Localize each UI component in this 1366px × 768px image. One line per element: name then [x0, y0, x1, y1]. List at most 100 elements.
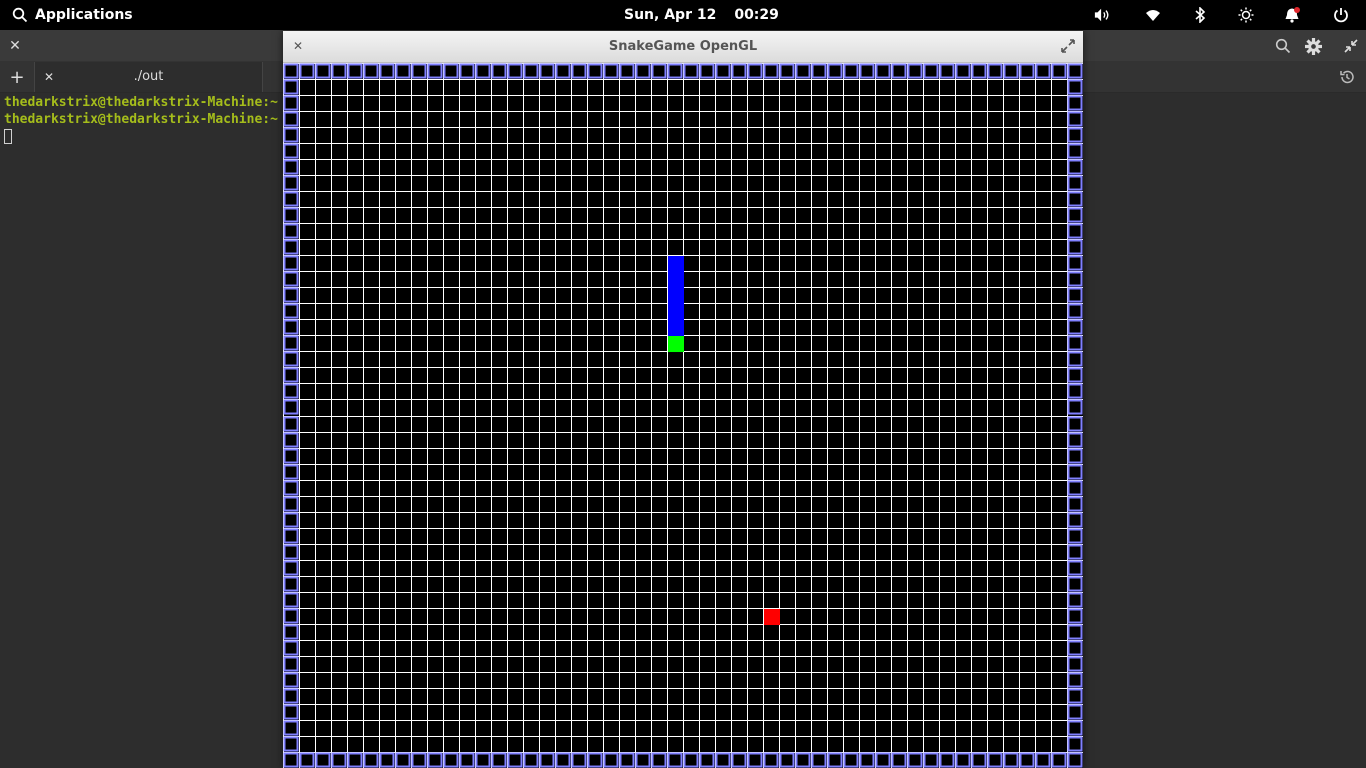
bluetooth-icon[interactable]	[1192, 7, 1208, 23]
border-cell	[1067, 95, 1083, 111]
border-cell	[475, 752, 491, 768]
snake-head	[668, 336, 684, 353]
border-cell	[779, 63, 795, 79]
border-cell	[715, 63, 731, 79]
border-cell	[1003, 63, 1019, 79]
tab-label: ./out	[133, 69, 164, 84]
border-cell	[1067, 239, 1083, 255]
border-cell	[987, 63, 1003, 79]
border-cell	[1019, 63, 1035, 79]
border-cell	[283, 95, 299, 111]
border-cell	[811, 752, 827, 768]
border-cell	[347, 63, 363, 79]
border-cell	[1035, 752, 1051, 768]
border-cell	[347, 752, 363, 768]
game-maximize-button[interactable]	[1060, 38, 1076, 54]
border-cell	[507, 63, 523, 79]
border-cell	[411, 752, 427, 768]
border-cell	[699, 63, 715, 79]
border-cell	[1067, 560, 1083, 576]
terminal-tab[interactable]: ✕ ./out	[34, 62, 263, 92]
border-cell	[859, 752, 875, 768]
border-cell	[827, 63, 843, 79]
border-cell	[1067, 448, 1083, 464]
snake-body-segment	[668, 288, 684, 305]
border-cell	[1067, 271, 1083, 287]
power-icon[interactable]	[1333, 7, 1349, 23]
border-cell	[971, 752, 987, 768]
border-cell	[363, 63, 379, 79]
terminal-settings-button[interactable]	[1304, 37, 1322, 55]
border-cell	[603, 63, 619, 79]
brightness-icon[interactable]	[1238, 7, 1254, 23]
border-cell	[283, 656, 299, 672]
border-cell	[395, 752, 411, 768]
border-cell	[859, 63, 875, 79]
border-cell	[1067, 351, 1083, 367]
border-cell	[971, 63, 987, 79]
border-cell	[283, 159, 299, 175]
game-window-title: SnakeGame OpenGL	[608, 39, 758, 54]
border-cell	[283, 528, 299, 544]
border-cell	[1067, 480, 1083, 496]
border-cell	[1067, 303, 1083, 319]
notification-bell-icon[interactable]	[1284, 7, 1300, 23]
border-cell	[843, 752, 859, 768]
game-titlebar[interactable]: ✕ SnakeGame OpenGL	[283, 31, 1083, 63]
border-cell	[619, 63, 635, 79]
border-cell	[331, 752, 347, 768]
border-cell	[699, 752, 715, 768]
border-cell	[283, 335, 299, 351]
border-cell	[283, 255, 299, 271]
border-cell	[283, 592, 299, 608]
border-cell	[907, 63, 923, 79]
clock[interactable]: Sun, Apr 12 00:29	[624, 0, 779, 30]
snake-game-window: ✕ SnakeGame OpenGL	[283, 31, 1083, 768]
terminal-search-button[interactable]	[1274, 37, 1292, 55]
volume-icon[interactable]	[1094, 7, 1110, 23]
terminal-cursor	[4, 129, 12, 144]
border-cell	[651, 63, 667, 79]
border-cell	[619, 752, 635, 768]
border-cell	[731, 63, 747, 79]
border-cell	[283, 512, 299, 528]
border-cell	[1067, 143, 1083, 159]
border-cell	[891, 63, 907, 79]
border-cell	[555, 752, 571, 768]
wifi-icon[interactable]	[1145, 7, 1161, 23]
plus-icon: +	[9, 66, 25, 88]
terminal-unmaximize-button[interactable]	[1342, 37, 1360, 55]
border-cell	[411, 63, 427, 79]
border-cell	[299, 63, 315, 79]
search-icon	[1275, 38, 1291, 54]
close-icon: ✕	[9, 38, 21, 54]
border-cell	[827, 752, 843, 768]
new-tab-button[interactable]: +	[8, 66, 26, 88]
applications-menu[interactable]: Applications	[12, 0, 133, 30]
border-cell	[1067, 544, 1083, 560]
border-cell	[1067, 175, 1083, 191]
border-cell	[283, 207, 299, 223]
border-cell	[459, 63, 475, 79]
border-cell	[283, 175, 299, 191]
border-cell	[283, 223, 299, 239]
border-cell	[907, 752, 923, 768]
border-cell	[283, 239, 299, 255]
border-cell	[1035, 63, 1051, 79]
border-cell	[587, 63, 603, 79]
border-cell	[363, 752, 379, 768]
border-cell	[283, 303, 299, 319]
border-cell	[283, 271, 299, 287]
border-cell	[283, 448, 299, 464]
border-cell	[1067, 496, 1083, 512]
border-cell	[283, 752, 299, 768]
border-cell	[1067, 688, 1083, 704]
history-button[interactable]	[1338, 68, 1356, 86]
border-cell	[1067, 608, 1083, 624]
border-cell	[283, 79, 299, 95]
border-cell	[491, 63, 507, 79]
terminal-close-button[interactable]: ✕	[7, 38, 23, 54]
border-cell	[1067, 592, 1083, 608]
game-board[interactable]	[283, 63, 1083, 768]
border-cell	[1019, 752, 1035, 768]
